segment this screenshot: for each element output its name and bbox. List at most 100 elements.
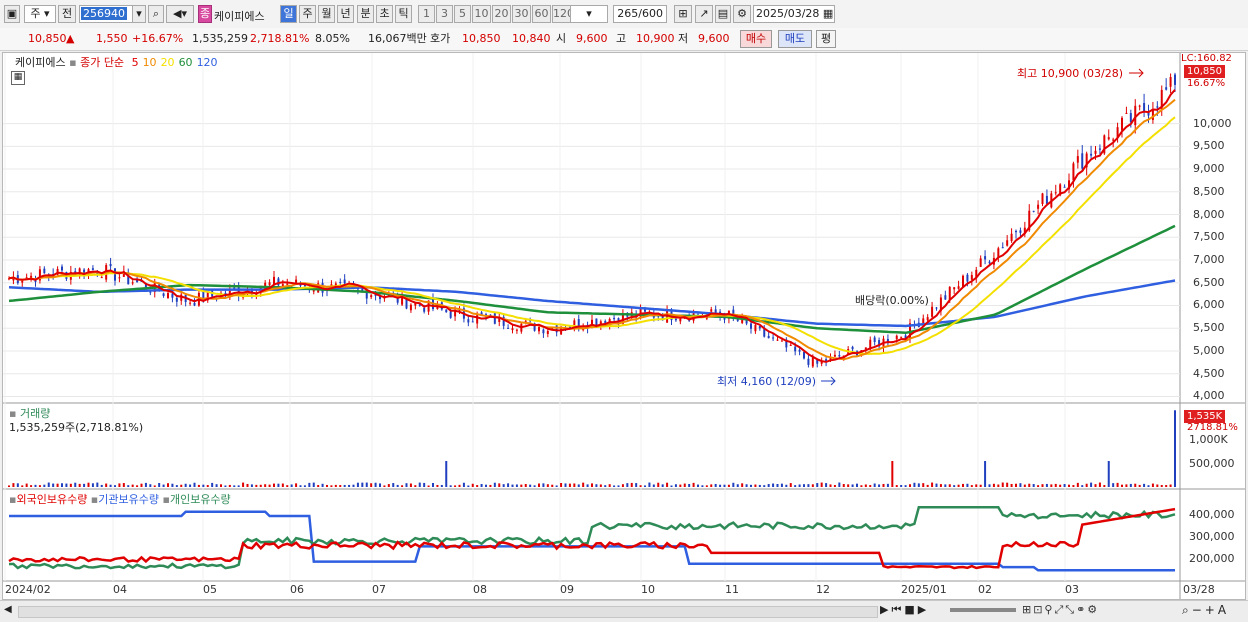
volume-bar xyxy=(374,482,377,487)
volume-bar xyxy=(745,484,748,487)
volume-bar xyxy=(114,485,116,487)
volume-bar xyxy=(383,485,386,487)
volume-percent-label: 2718.81% xyxy=(1187,422,1238,433)
volume-bar xyxy=(1160,485,1163,487)
low-price: 9,600 xyxy=(698,32,730,45)
volume-bar xyxy=(679,484,682,487)
count-input[interactable]: 265/600 xyxy=(613,5,667,23)
code-dropdown-icon[interactable]: ▾ xyxy=(132,5,146,23)
volume-bar xyxy=(953,485,956,487)
volume-bar xyxy=(970,485,973,487)
interval-button[interactable]: 10 xyxy=(472,5,491,23)
last-percent-label: 16.67% xyxy=(1187,78,1226,89)
volume-bar xyxy=(1076,482,1079,487)
candle-body xyxy=(91,268,94,270)
sell-button[interactable]: 매도 xyxy=(778,30,812,48)
tool-icons[interactable]: ⊞⊡⚲⤢⤡⚭⚙ xyxy=(1022,603,1099,617)
volume-bar xyxy=(688,483,691,487)
volume-bar xyxy=(895,485,898,487)
x-tick-label: 12 xyxy=(816,583,830,596)
volume-bar xyxy=(829,484,832,487)
volume-bar xyxy=(524,484,527,487)
candle-body xyxy=(546,330,549,334)
volume-bar xyxy=(772,483,775,487)
volume-bar xyxy=(546,484,549,487)
dividend-note: 배당락(0.00%) xyxy=(855,294,929,307)
candle-body xyxy=(1098,148,1101,150)
zoom-controls-icon[interactable]: ⌕−+A xyxy=(1182,603,1229,618)
volume-bar xyxy=(882,483,885,487)
period-tab[interactable]: 주 xyxy=(299,5,316,23)
volume-bar xyxy=(847,484,850,487)
candle-body xyxy=(100,277,103,279)
volume-bar xyxy=(356,482,359,487)
candle-body xyxy=(674,318,677,321)
volume-bar xyxy=(312,482,315,487)
volume-bar xyxy=(69,483,72,487)
volume-bar xyxy=(127,485,130,487)
ma-legend-periods: 5 10 20 60 120 xyxy=(128,56,218,69)
eval-button[interactable]: 평 xyxy=(816,30,836,48)
save-icon[interactable]: ▤ xyxy=(715,5,731,23)
interval-button[interactable]: 3 xyxy=(436,5,453,23)
candle-body xyxy=(988,261,991,264)
interval-button[interactable]: 5 xyxy=(454,5,471,23)
calculator-icon[interactable]: ▦ xyxy=(11,71,25,85)
chart-area[interactable]: 케이피에스 ▪ 종가 단순 5 10 20 60 120 ▦ LC:160.82 10,… xyxy=(2,52,1246,600)
volume-bar xyxy=(1094,484,1097,487)
type-select[interactable]: 주 ▾ xyxy=(24,5,56,23)
candle-body xyxy=(900,336,903,338)
candle-body xyxy=(471,321,474,323)
volume-bar xyxy=(1081,485,1084,487)
period-tab[interactable]: 월 xyxy=(318,5,335,23)
gear-icon[interactable]: ⚙ xyxy=(733,5,751,23)
x-tick-label: 07 xyxy=(372,583,386,596)
candle-body xyxy=(268,282,271,286)
candle-body xyxy=(979,258,982,267)
scroll-left-icon[interactable]: ◀ xyxy=(4,604,16,618)
price-tick-label: 4,000 xyxy=(1193,389,1225,403)
interval-button[interactable]: 60 xyxy=(532,5,551,23)
zoom-slider[interactable] xyxy=(950,608,1016,612)
interval-button[interactable]: 30 xyxy=(512,5,531,23)
ma-period-label: 5 xyxy=(131,56,139,69)
prev-button[interactable]: 전 xyxy=(58,5,76,23)
period-tab[interactable]: 초 xyxy=(376,5,393,23)
volume-bar xyxy=(732,482,735,487)
chart-type-icon[interactable]: ⊞ xyxy=(674,5,692,23)
interval-custom-select[interactable]: ▾ xyxy=(570,5,608,23)
candle-body xyxy=(295,279,298,283)
volume-bar xyxy=(1068,484,1070,487)
volume-bar xyxy=(1015,483,1017,487)
interval-button[interactable]: 1 xyxy=(418,5,435,23)
stock-chart-svg[interactable] xyxy=(3,53,1245,599)
volume-bar xyxy=(851,484,854,487)
candle-body xyxy=(423,308,426,312)
volume-bar xyxy=(1098,482,1101,487)
period-tab[interactable]: 분 xyxy=(357,5,374,23)
volume-bar xyxy=(864,484,867,487)
volume-bar xyxy=(551,484,554,487)
candle-body xyxy=(476,314,479,324)
volume-bar xyxy=(149,484,152,487)
horizontal-scrollbar[interactable] xyxy=(18,606,878,618)
period-tab[interactable]: 일 xyxy=(280,5,297,23)
period-tab[interactable]: 년 xyxy=(337,5,354,23)
volume-bar xyxy=(621,484,624,487)
playback-controls-icon[interactable]: ▶⏮■▶ xyxy=(880,603,929,617)
buy-button[interactable]: 매수 xyxy=(740,30,772,48)
candle-body xyxy=(131,282,134,284)
draw-tool-icon[interactable]: ↗ xyxy=(695,5,713,23)
price-tick-label: 4,500 xyxy=(1193,366,1225,380)
volume-bar xyxy=(529,484,532,487)
interval-button[interactable]: 20 xyxy=(492,5,511,23)
stock-name: 케이피에스 xyxy=(214,10,265,23)
speaker-icon[interactable]: ◀▾ xyxy=(166,5,194,23)
search-icon[interactable]: ⌕ xyxy=(148,5,164,23)
window-icon[interactable]: ▣ xyxy=(4,5,20,23)
volume-bar xyxy=(171,483,174,487)
volume-bar xyxy=(158,483,161,487)
volume-bar xyxy=(153,485,156,487)
date-input[interactable]: 2025/03/28 ▦ xyxy=(753,5,835,23)
period-tab[interactable]: 틱 xyxy=(395,5,412,23)
